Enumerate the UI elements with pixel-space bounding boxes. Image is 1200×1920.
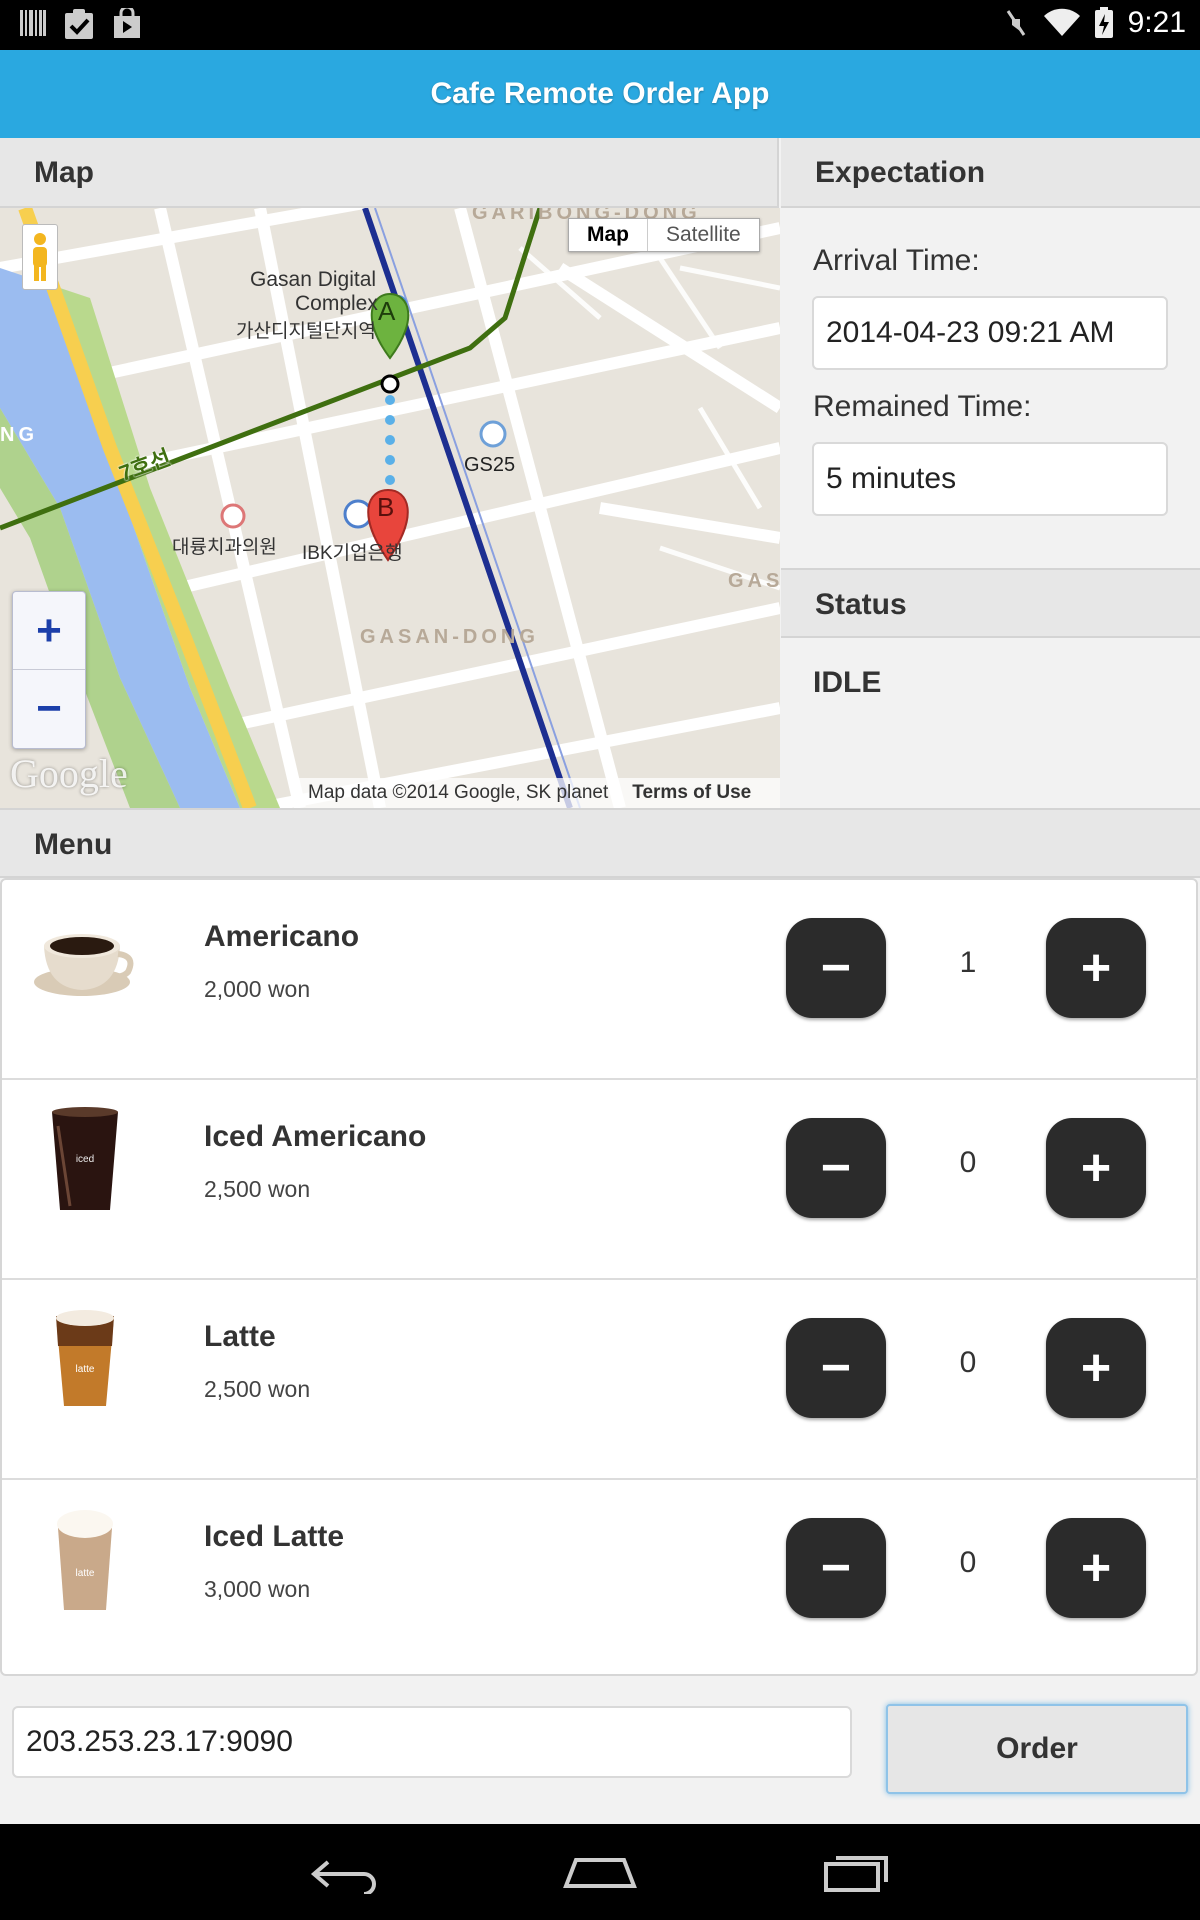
map-data-credit: Map data ©2014 Google, SK planet xyxy=(308,782,609,803)
decrease-quantity-button[interactable]: − xyxy=(786,1118,886,1218)
map-label-station-korean: 가산디지털단지역 xyxy=(236,321,376,342)
zoom-out-button[interactable]: − xyxy=(13,670,85,748)
mute-icon xyxy=(1006,10,1025,36)
increase-quantity-button[interactable]: + xyxy=(1046,918,1146,1018)
decrease-quantity-button[interactable]: − xyxy=(786,1518,886,1618)
play-store-icon xyxy=(114,8,140,38)
order-button[interactable]: Order xyxy=(886,1704,1188,1794)
increase-quantity-button[interactable]: + xyxy=(1046,1318,1146,1418)
clipboard-check-icon xyxy=(65,9,93,39)
google-logo: Google xyxy=(10,751,128,796)
svg-text:latte: latte xyxy=(76,1364,95,1375)
item-price: 2,000 won xyxy=(204,976,311,1002)
terms-of-use-link[interactable]: Terms of Use xyxy=(632,778,751,808)
increase-quantity-button[interactable]: + xyxy=(1046,1518,1146,1618)
menu-item-iced-americano: iced Iced Americano 2,500 won − 0 + xyxy=(2,1080,1198,1280)
map-label-gasan-digital: Gasan Digital xyxy=(250,268,377,291)
item-price: 2,500 won xyxy=(204,1176,311,1202)
battery-charging-icon xyxy=(1094,7,1113,38)
menu-list: Americano 2,000 won − 1 + iced Iced Amer… xyxy=(0,878,1198,1676)
map-label-bank: IBK기업은행 xyxy=(302,543,403,564)
app-title: Cafe Remote Order App xyxy=(430,77,770,110)
zoom-in-button[interactable]: + xyxy=(13,592,85,670)
increase-quantity-button[interactable]: + xyxy=(1046,1118,1146,1218)
item-name: Americano xyxy=(204,920,360,953)
server-address-input[interactable]: 203.253.23.17:9090 xyxy=(12,1706,852,1778)
status-header: Status xyxy=(781,568,1200,638)
decrease-quantity-button[interactable]: − xyxy=(786,918,886,1018)
map-label-clinic: 대륭치과의원 xyxy=(172,537,277,558)
status-value: IDLE xyxy=(813,666,882,699)
item-name: Latte xyxy=(204,1320,276,1353)
marker-a[interactable]: A xyxy=(378,296,395,327)
map-label-ng: NG xyxy=(0,424,38,446)
remained-time-field[interactable]: 5 minutes xyxy=(812,442,1168,516)
menu-item-latte: latte Latte 2,500 won − 0 + xyxy=(2,1280,1198,1480)
iced-coffee-icon: iced xyxy=(52,1107,118,1210)
map-label-gas: GAS xyxy=(728,570,780,592)
map-type-satellite-button[interactable]: Satellite xyxy=(648,219,759,251)
back-icon[interactable] xyxy=(308,1854,380,1894)
map-label-gasan-dong: GASAN-DONG xyxy=(360,626,539,648)
map-header: Map xyxy=(0,138,779,208)
quantity-value: 0 xyxy=(959,1346,977,1379)
latte-cup-icon: latte xyxy=(56,1310,114,1406)
marker-b[interactable]: B xyxy=(377,492,394,523)
item-name: Iced Americano xyxy=(204,1120,427,1153)
quantity-value: 0 xyxy=(959,1146,977,1179)
menu-item-americano: Americano 2,000 won − 1 + xyxy=(2,880,1198,1080)
arrival-time-field[interactable]: 2014-04-23 09:21 AM xyxy=(812,296,1168,370)
item-price: 2,500 won xyxy=(204,1376,311,1402)
barcode-icon xyxy=(20,10,46,36)
status-bar: 9:21 xyxy=(0,0,1200,50)
navigation-bar xyxy=(0,1824,1200,1920)
menu-header: Menu xyxy=(0,808,1200,878)
iced-latte-icon: latte xyxy=(57,1510,113,1610)
arrival-time-label: Arrival Time: xyxy=(813,244,980,277)
recent-apps-icon[interactable] xyxy=(822,1850,892,1894)
wifi-icon xyxy=(1043,8,1080,37)
quantity-value: 0 xyxy=(959,1546,977,1579)
zoom-control: + − xyxy=(12,591,86,749)
hot-coffee-cup-icon xyxy=(34,934,134,996)
clock: 9:21 xyxy=(1127,6,1186,39)
quantity-value: 1 xyxy=(959,946,977,979)
app-title-bar: Cafe Remote Order App xyxy=(0,50,1200,138)
map-type-control: Map Satellite xyxy=(568,218,760,252)
svg-text:iced: iced xyxy=(76,1154,94,1165)
street-view-pegman[interactable] xyxy=(22,224,58,290)
home-icon[interactable] xyxy=(562,1854,638,1890)
item-name: Iced Latte xyxy=(204,1520,345,1553)
map-attribution: Map data ©2014 Google, SK planet Terms o… xyxy=(298,778,780,808)
expectation-header: Expectation xyxy=(781,138,1200,208)
menu-item-iced-latte: latte Iced Latte 3,000 won − 0 + xyxy=(2,1480,1198,1676)
map-label-complex: Complex xyxy=(295,292,378,315)
map-view[interactable]: GARIBONG-DONG Gasan Digital Complex 가산디지… xyxy=(0,208,780,808)
remained-time-label: Remained Time: xyxy=(813,390,1032,423)
map-label-gs25: GS25 xyxy=(464,454,516,476)
decrease-quantity-button[interactable]: − xyxy=(786,1318,886,1418)
item-price: 3,000 won xyxy=(204,1576,311,1602)
map-type-map-button[interactable]: Map xyxy=(569,219,648,251)
svg-text:latte: latte xyxy=(76,1568,95,1579)
pegman-icon xyxy=(33,233,47,281)
